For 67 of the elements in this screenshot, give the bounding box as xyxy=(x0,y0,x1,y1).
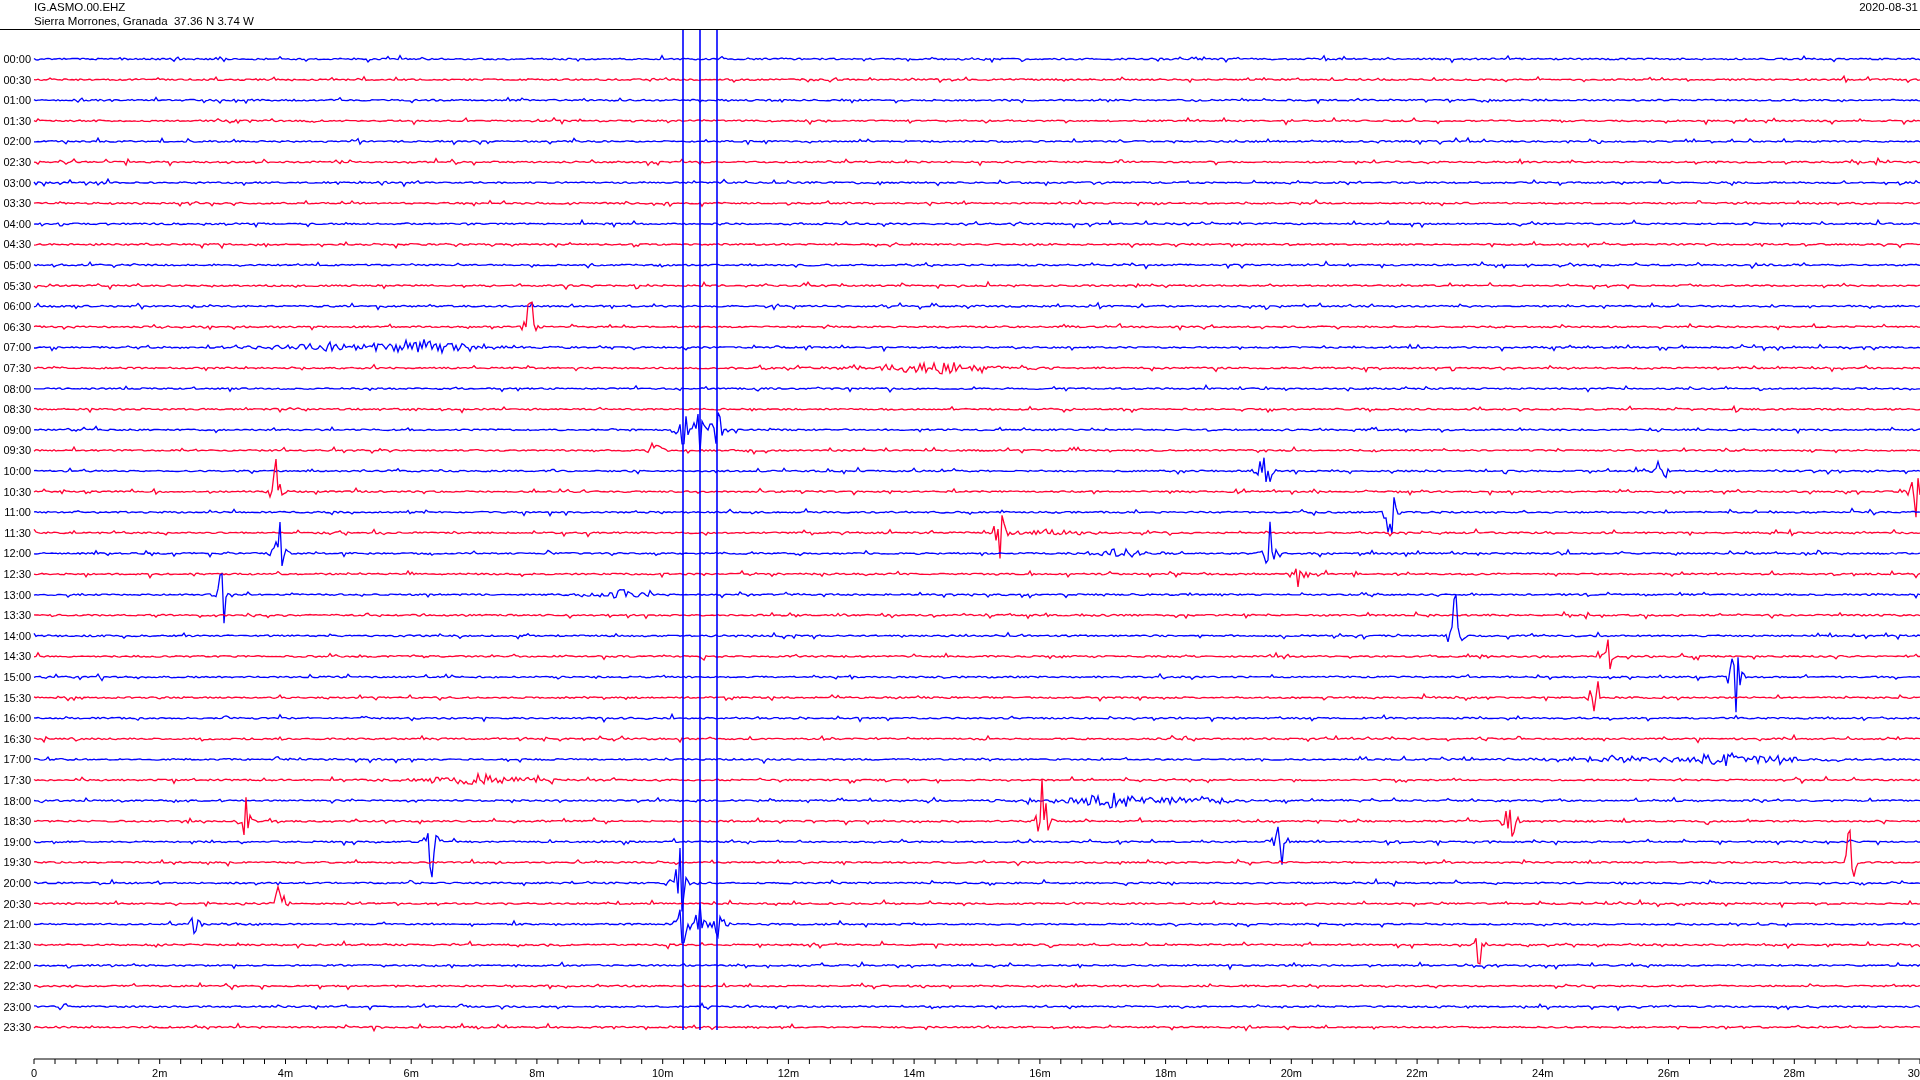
axis-tick-label: 28m xyxy=(1783,1067,1805,1079)
time-label: 02:00 xyxy=(3,135,31,148)
time-label: 13:00 xyxy=(3,588,31,601)
time-label: 18:30 xyxy=(3,815,31,828)
time-label: 14:00 xyxy=(3,629,31,642)
station-location: Sierra Morrones, Granada 37.36 N 3.74 W xyxy=(34,14,254,28)
time-label: 21:00 xyxy=(3,918,31,931)
time-label: 06:30 xyxy=(3,320,31,333)
time-label: 10:00 xyxy=(3,465,31,477)
time-label: 15:00 xyxy=(3,671,31,683)
time-label: 11:00 xyxy=(4,506,31,519)
time-label: 05:30 xyxy=(3,279,31,292)
time-label: 22:30 xyxy=(3,980,31,992)
axis-tick-label: 26m xyxy=(1657,1067,1680,1079)
time-label: 18:00 xyxy=(3,794,31,807)
time-label: 09:00 xyxy=(3,423,31,436)
time-label: 08:00 xyxy=(3,382,31,395)
time-label: 07:30 xyxy=(3,362,31,374)
record-date: 2020-08-31 xyxy=(1859,0,1918,14)
time-label: 17:00 xyxy=(3,753,31,766)
time-label: 10:30 xyxy=(3,485,31,498)
axis-tick-label: 6m xyxy=(403,1067,419,1079)
axis-tick-label: 16m xyxy=(1029,1067,1051,1079)
time-label: 22:00 xyxy=(3,959,31,972)
axis-tick-label: 22m xyxy=(1406,1067,1428,1079)
time-label: 12:00 xyxy=(3,547,31,560)
time-label: 03:00 xyxy=(3,176,31,189)
time-label: 04:00 xyxy=(3,217,31,230)
axis-tick-label: 18m xyxy=(1154,1067,1177,1079)
time-label: 08:30 xyxy=(3,403,31,416)
time-label: 19:30 xyxy=(3,856,31,869)
time-label: 04:30 xyxy=(3,238,31,251)
time-label: 16:00 xyxy=(3,712,31,725)
axis-tick-label: 20m xyxy=(1280,1067,1303,1079)
time-label: 17:30 xyxy=(3,774,31,786)
time-label: 03:30 xyxy=(3,197,31,210)
time-label: 12:30 xyxy=(3,568,31,580)
time-label: 23:30 xyxy=(3,1021,31,1034)
time-label: 23:00 xyxy=(3,1000,31,1013)
axis-tick-label: 8m xyxy=(529,1067,545,1079)
time-label: 15:30 xyxy=(3,691,31,704)
time-label: 19:00 xyxy=(3,835,31,848)
axis-tick-label: 14m xyxy=(903,1067,925,1079)
axis-tick-label: 24m xyxy=(1532,1067,1554,1079)
time-label: 09:30 xyxy=(3,444,31,457)
axis-tick-label: 10m xyxy=(651,1067,674,1079)
time-label: 07:00 xyxy=(3,341,31,354)
time-label: 06:00 xyxy=(3,300,31,313)
time-label: 05:00 xyxy=(3,259,31,271)
axis-tick-label: 4m xyxy=(277,1067,294,1079)
time-label: 00:00 xyxy=(3,53,31,65)
axis-tick-label: 12m xyxy=(777,1067,800,1079)
time-label: 13:30 xyxy=(3,609,31,622)
time-label: 00:30 xyxy=(3,73,31,86)
time-label: 02:30 xyxy=(3,156,31,168)
axis-tick-label: 0 xyxy=(30,1067,38,1079)
time-label: 01:00 xyxy=(3,94,31,107)
station-code: IG.ASMO.00.EHZ xyxy=(34,0,127,14)
time-label: 16:30 xyxy=(3,732,31,745)
axis-tick-label: 30 xyxy=(1907,1067,1920,1079)
time-label: 20:00 xyxy=(3,877,31,889)
time-label: 21:30 xyxy=(3,938,31,951)
time-label: 11:30 xyxy=(4,526,31,539)
time-label: 14:30 xyxy=(3,650,31,663)
time-label: 20:30 xyxy=(3,897,31,910)
axis-tick-label: 2m xyxy=(152,1067,168,1079)
time-label: 01:30 xyxy=(3,114,31,127)
